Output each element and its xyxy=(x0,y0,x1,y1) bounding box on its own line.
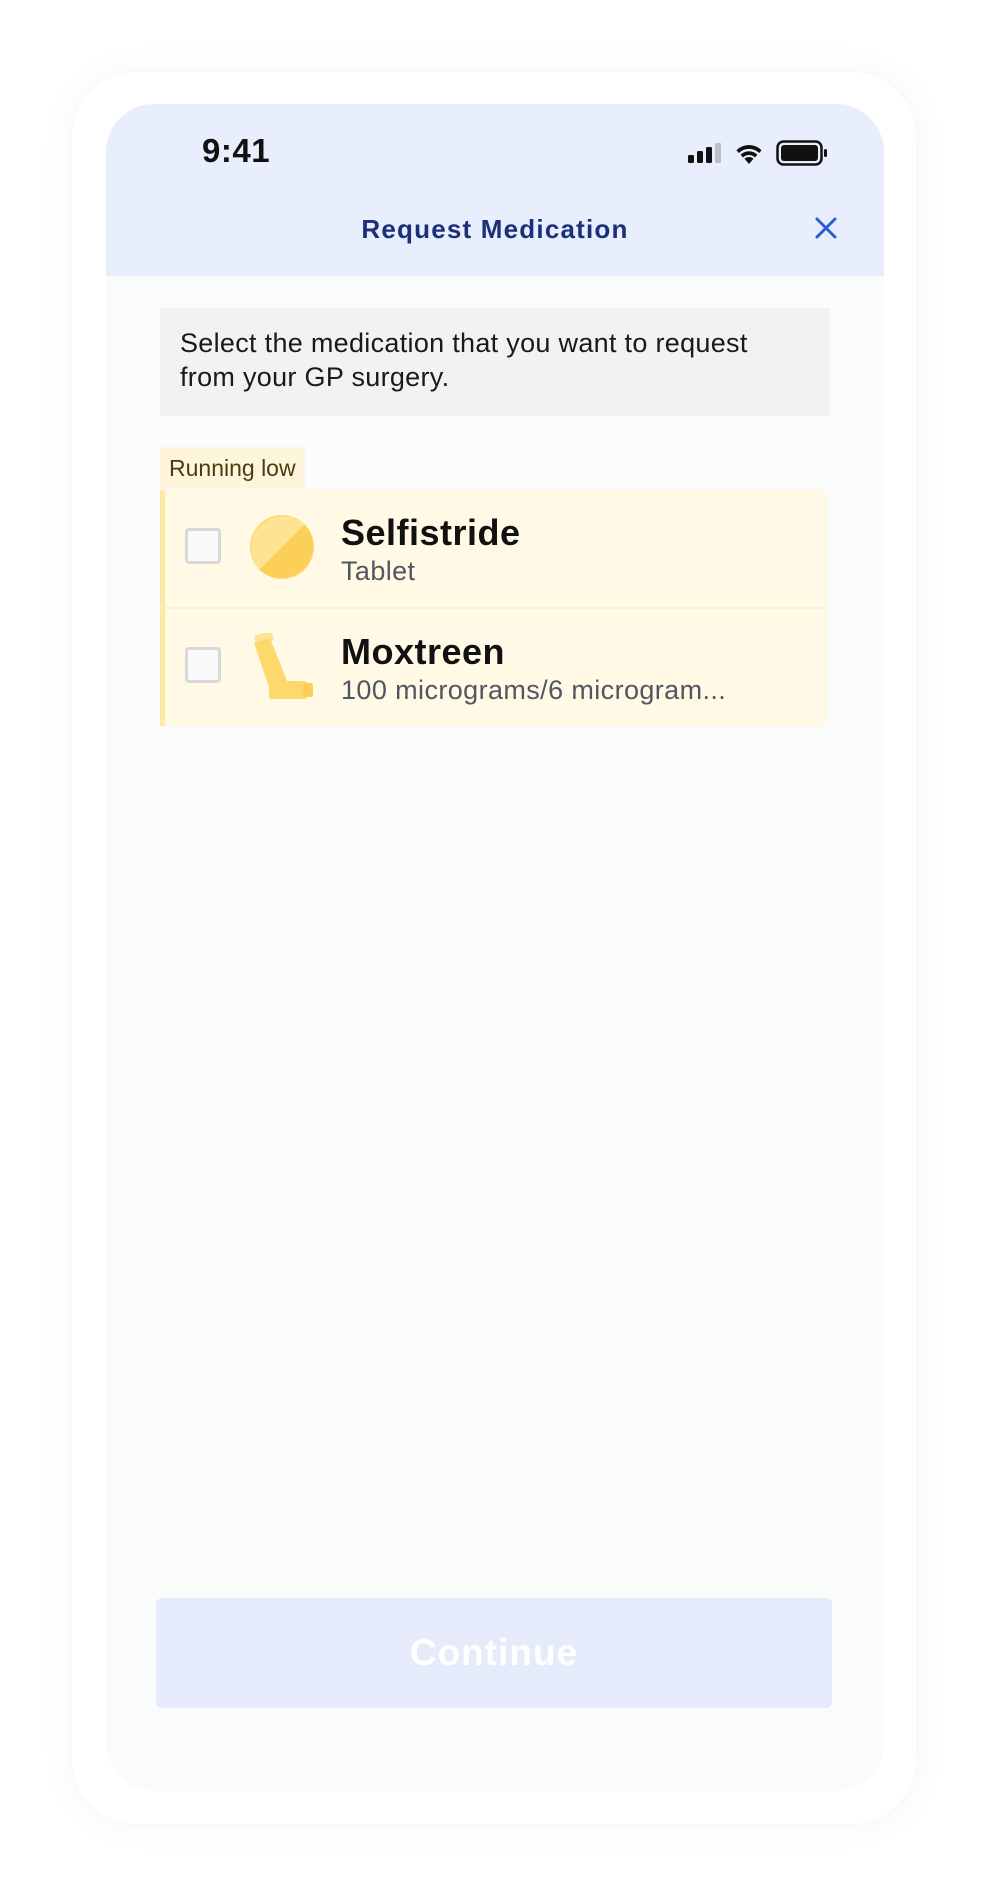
close-button[interactable] xyxy=(808,210,844,246)
medication-description: Tablet xyxy=(341,556,416,586)
medication-item-selfistride[interactable]: Selfistride Tablet xyxy=(160,490,828,607)
close-icon xyxy=(815,217,837,239)
running-low-badge: Running low xyxy=(160,447,305,489)
inhaler-icon xyxy=(254,633,313,699)
medication-checkbox[interactable] xyxy=(185,528,221,564)
medication-description: 100 micrograms/6 microgram... xyxy=(341,675,727,705)
status-time: 9:41 xyxy=(202,132,271,169)
medication-item-moxtreen[interactable]: Moxtreen 100 micrograms/6 microgram... xyxy=(160,607,828,726)
medication-name: Moxtreen xyxy=(341,631,506,672)
signal-icon xyxy=(688,143,721,163)
medication-list: Selfistride Tablet Moxtreen 100 microgra… xyxy=(160,490,828,726)
medication-checkbox[interactable] xyxy=(185,647,221,683)
tablet-icon xyxy=(250,515,314,579)
status-icons xyxy=(688,140,828,166)
page-title: Request Medication xyxy=(361,214,629,244)
header: 9:41 Request Medication xyxy=(106,104,884,276)
app-screen: 9:41 Request Medication Select the medic… xyxy=(106,104,884,1791)
wifi-icon xyxy=(736,145,762,164)
battery-icon xyxy=(776,140,827,166)
medication-name: Selfistride xyxy=(341,512,521,553)
page: 9:41 Request Medication Select the medic… xyxy=(0,0,988,1896)
continue-button[interactable]: Continue xyxy=(156,1598,832,1708)
instruction-text: Select the medication that you want to r… xyxy=(160,308,830,416)
